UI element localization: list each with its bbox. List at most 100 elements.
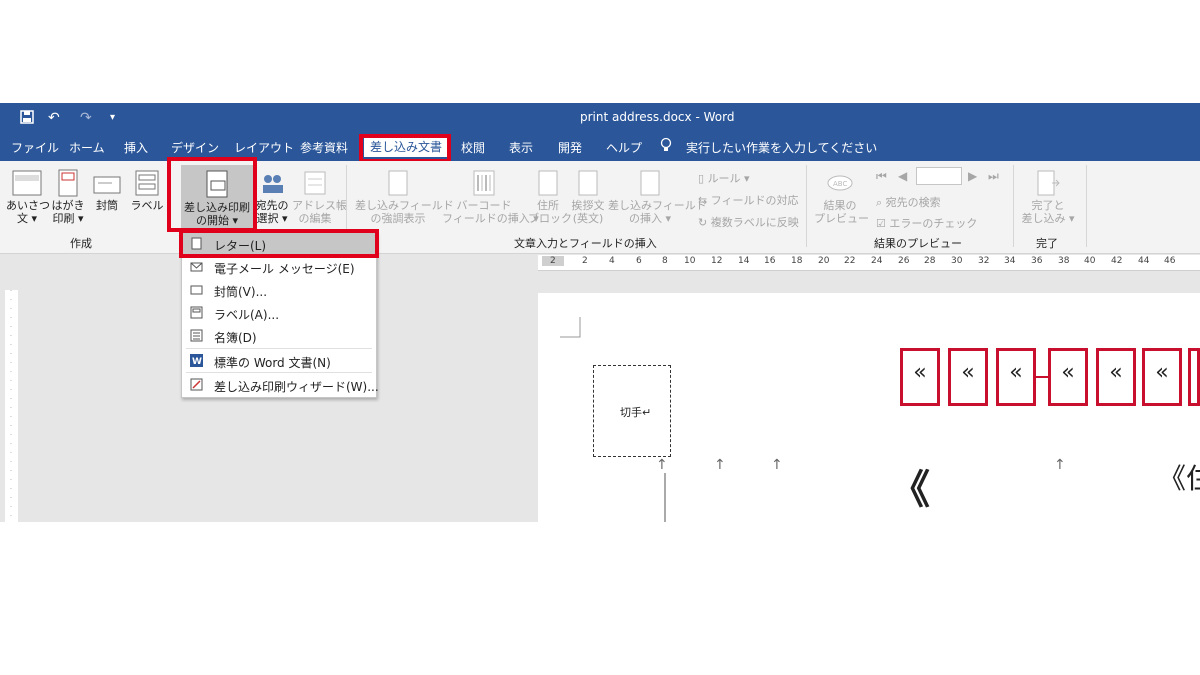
ruler-tick: 18 [791,256,803,266]
menu-item-email[interactable]: 電子メール メッセージ(E) [182,256,376,278]
lightbulb-icon[interactable] [660,137,672,153]
postal-code-field[interactable] [1188,348,1200,406]
barcode-label-2: フィールドの挿入 ▾ [442,212,539,225]
menu-item-label[interactable]: ラベル(A)... [182,302,376,324]
menu-item-mail-merge-wizard[interactable]: 差し込み印刷ウィザード(W)... [182,374,379,396]
postal-code-field[interactable]: « [996,348,1036,406]
anchor-arrow-icon: ↑ [656,457,668,473]
menu-item-normal-word-document[interactable]: W 標準の Word 文書(N) [182,350,376,372]
postal-code-field[interactable]: « [900,348,940,406]
tab-insert[interactable]: 挿入 [124,139,148,156]
word-icon: W [190,354,203,367]
vertical-ruler-ticks [10,290,12,522]
ruler-tick: 42 [1111,256,1123,266]
address-block-icon [538,170,558,196]
finish-merge-icon [1037,170,1060,196]
ruler-tick: 30 [951,256,963,266]
ruler-tick: 10 [684,256,696,266]
highlight-fields-icon [388,170,408,196]
finish-label-2: 差し込み ▾ [1021,212,1075,225]
ruler-tick: 24 [871,256,883,266]
postcard-print-button[interactable]: はがき 印刷 ▾ [50,169,86,225]
envelope-label: 封筒 [96,199,118,212]
greeting-card-button[interactable]: あいさつ 文 ▾ [6,169,50,225]
edit-list-label-2: の編集 [298,212,332,225]
edit-recipient-list-button[interactable]: アドレス帳 の編集 [292,169,347,225]
ribbon-separator [806,165,807,247]
svg-text:ABC: ABC [833,180,847,188]
select-recipients-button[interactable]: 宛先の 選択 ▾ [255,169,289,225]
check-errors-button[interactable]: ☑ エラーのチェック [876,215,977,231]
svg-text:W: W [192,357,202,367]
tab-view[interactable]: 表示 [509,139,533,156]
menu-item-directory[interactable]: 名簿(D) [182,325,376,347]
last-record-icon[interactable]: ⏭ [988,169,999,184]
rules-button[interactable]: ▯ ルール ▾ [698,170,750,186]
tab-developer[interactable]: 開発 [558,139,582,156]
document-page[interactable]: 切手↵ ↑ ↑ ↑ ↑ 《 《住 [538,293,1200,522]
ruler-tick: 2 [582,256,588,266]
tab-file[interactable]: ファイル [11,139,59,156]
ruler-tick: 38 [1058,256,1070,266]
tab-review[interactable]: 校閲 [461,139,485,156]
tab-layout[interactable]: レイアウト [234,139,294,156]
highlight-mailings-tab [359,134,451,163]
tell-me-input[interactable]: 実行したい作業を入力してください [686,139,877,156]
menu-item-envelope[interactable]: 封筒(V)... [182,279,376,301]
address-label-2: ブロック [528,212,572,225]
ruler-tick: 36 [1031,256,1043,266]
edit-list-label-1: アドレス帳 [292,199,347,212]
insert-field-label-2: の挿入 ▾ [628,212,672,225]
ribbon-separator [1086,165,1087,247]
recipients-icon [263,175,283,193]
postal-code-field[interactable]: « [1048,348,1088,406]
highlight-fields-label-2: の強調表示 [370,212,426,225]
greeting-line-label-2: (英文) [572,212,604,225]
update-labels-button[interactable]: ↻ 複数ラベルに反映 [698,214,799,230]
address-block-button[interactable]: 住所 ブロック [528,169,572,225]
ruler-tick: 8 [662,256,668,266]
wizard-icon [190,378,203,391]
recipients-label-1: 宛先の [255,199,289,212]
stamp-box[interactable]: 切手↵ [593,365,671,457]
highlight-merge-fields-button[interactable]: 差し込みフィールド の強調表示 [355,169,454,225]
find-recipient-button[interactable]: ⌕ 宛先の検索 [876,194,941,210]
postcard-label-2: 印刷 ▾ [52,212,84,225]
postal-code-field[interactable]: « [1096,348,1136,406]
group-finish-label: 完了 [1036,237,1058,250]
envelope-button[interactable]: 封筒 [90,169,124,212]
postal-code-field[interactable]: « [948,348,988,406]
ruler-tick: 34 [1004,256,1016,266]
menu-divider [186,372,372,373]
insert-barcode-field-button[interactable]: バーコード フィールドの挿入 ▾ [442,169,539,225]
finish-merge-button[interactable]: 完了と 差し込み ▾ [1020,169,1076,225]
tab-help[interactable]: ヘルプ [606,139,642,156]
ruler-tick: 28 [924,256,936,266]
greeting-card-icon [12,170,42,196]
greeting-line-button[interactable]: 挨拶文 (英文) [568,169,608,225]
postal-code-field[interactable]: « [1142,348,1182,406]
label-button[interactable]: ラベル [130,169,164,212]
tab-design[interactable]: デザイン [171,139,219,156]
previous-record-icon[interactable]: ◀ [898,169,907,183]
rules-label: ルール ▾ [707,172,750,185]
horizontal-ruler[interactable]: 2 2 4 6 8 10 12 14 16 18 20 22 24 26 28 … [538,255,1200,271]
next-record-icon[interactable]: ▶ [968,169,977,183]
directory-icon [190,329,203,342]
ruler-tick: 12 [711,256,723,266]
vertical-ruler[interactable] [5,290,18,522]
match-fields-button[interactable]: ⇆ フィールドの対応 [698,192,799,208]
tab-references[interactable]: 参考資料 [300,139,348,156]
insert-merge-field-button[interactable]: 差し込みフィールド の挿入 ▾ [608,169,707,225]
text-connector [664,473,666,522]
address-field-glyph: 《住 [1158,462,1200,495]
first-record-icon[interactable]: ⏮ [876,169,887,184]
recipients-label-2: 選択 ▾ [256,212,288,225]
ruler-tick: 4 [609,256,615,266]
preview-results-button[interactable]: ABC 結果の プレビュー [814,169,869,225]
record-number-input[interactable] [916,167,962,185]
postal-dash [1036,376,1048,378]
margin-corner-mark [560,317,581,338]
menu-divider [186,348,372,349]
tab-home[interactable]: ホーム [69,139,105,156]
